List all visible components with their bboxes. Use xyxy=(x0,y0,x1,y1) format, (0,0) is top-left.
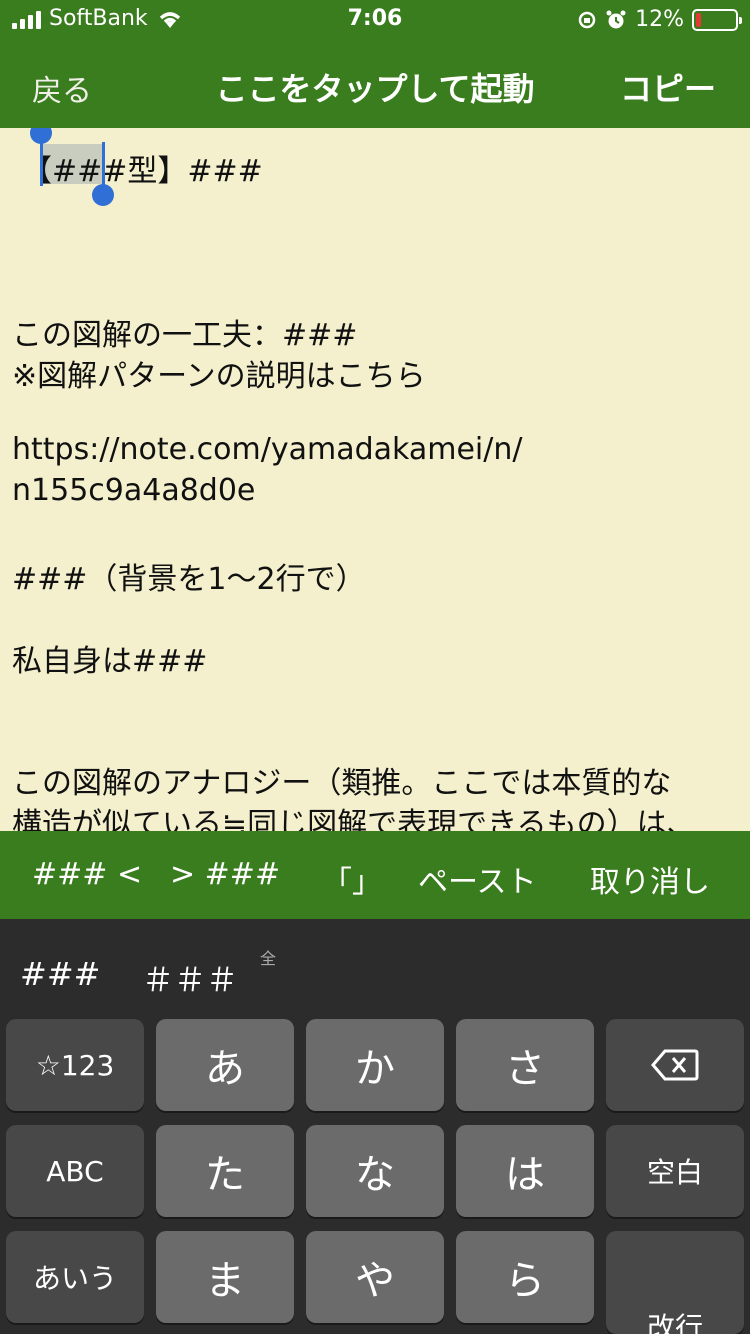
editor-line[interactable]: 【###型】### xyxy=(22,146,263,190)
battery-percent: 12% xyxy=(635,7,684,32)
candidate-fullwidth-note: 全 xyxy=(260,949,277,968)
text-editor[interactable]: 【###型】### この図解の一工夫：### ※図解パターンの説明はこちら ht… xyxy=(0,128,750,831)
selection-start-caret xyxy=(40,142,43,186)
backspace-icon xyxy=(651,1049,699,1081)
keyboard: ### ＃＃＃ 全 ☆123 あ か さ ABC た な は 空白 あいう ま … xyxy=(0,919,750,1334)
paste-button[interactable]: ペースト xyxy=(418,857,537,901)
backspace-key[interactable] xyxy=(606,1019,744,1111)
editor-line[interactable]: ※図解パターンの説明はこちら xyxy=(12,351,426,395)
undo-button[interactable]: 取り消し xyxy=(590,857,710,901)
selection-start-handle[interactable] xyxy=(30,128,52,144)
battery-level xyxy=(696,12,701,27)
nav-bar: 戻る ここをタップして起動 コピー xyxy=(0,40,750,128)
alarm-icon xyxy=(606,10,626,28)
enter-key[interactable]: 改行 xyxy=(606,1231,744,1334)
status-bar: SoftBank 7:06 12% xyxy=(0,0,750,40)
bracket-button[interactable]: 「」 xyxy=(322,857,382,901)
key-na[interactable]: な xyxy=(306,1125,444,1217)
enter-key-label: 改行 xyxy=(646,1311,703,1334)
abc-key[interactable]: ABC xyxy=(6,1125,144,1217)
edit-toolbar: ### < > ### 「」 ペースト 取り消し xyxy=(0,831,750,919)
editor-line[interactable]: https://note.com/yamadakamei/n/ xyxy=(12,432,522,467)
editor-line[interactable]: n155c9a4a8d0e xyxy=(12,473,255,508)
candidate-item[interactable]: ＃＃＃ xyxy=(142,955,238,1001)
editor-line[interactable]: 私自身は### xyxy=(12,636,207,680)
key-ka[interactable]: か xyxy=(306,1019,444,1111)
editor-line[interactable]: この図解のアナロジー（類推。ここでは本質的な xyxy=(12,758,671,802)
key-ta[interactable]: た xyxy=(156,1125,294,1217)
symbols-key[interactable]: ☆123 xyxy=(6,1019,144,1111)
battery-icon xyxy=(692,8,742,31)
kana-key[interactable]: あいう xyxy=(6,1231,144,1323)
editor-line[interactable]: ###（背景を1〜2行で） xyxy=(12,554,366,598)
selection-end-handle[interactable] xyxy=(92,184,114,206)
insert-left-marker-button[interactable]: ### < xyxy=(32,857,142,892)
orientation-lock-icon xyxy=(578,11,596,28)
key-ra[interactable]: ら xyxy=(456,1231,594,1323)
space-key[interactable]: 空白 xyxy=(606,1125,744,1217)
candidate-item[interactable]: ### xyxy=(20,955,100,993)
key-a[interactable]: あ xyxy=(156,1019,294,1111)
editor-line[interactable]: 構造が似ている≒同じ図解で表現できるもの）は、 xyxy=(12,799,697,831)
editor-line[interactable]: この図解の一工夫：### xyxy=(12,310,357,354)
key-ha[interactable]: は xyxy=(456,1125,594,1217)
key-ma[interactable]: ま xyxy=(156,1231,294,1323)
copy-button[interactable]: コピー xyxy=(620,64,716,110)
selection-end-caret xyxy=(102,142,105,186)
key-ya[interactable]: や xyxy=(306,1231,444,1323)
insert-right-marker-button[interactable]: > ### xyxy=(170,857,280,892)
key-sa[interactable]: さ xyxy=(456,1019,594,1111)
status-right: 12% xyxy=(577,7,742,32)
